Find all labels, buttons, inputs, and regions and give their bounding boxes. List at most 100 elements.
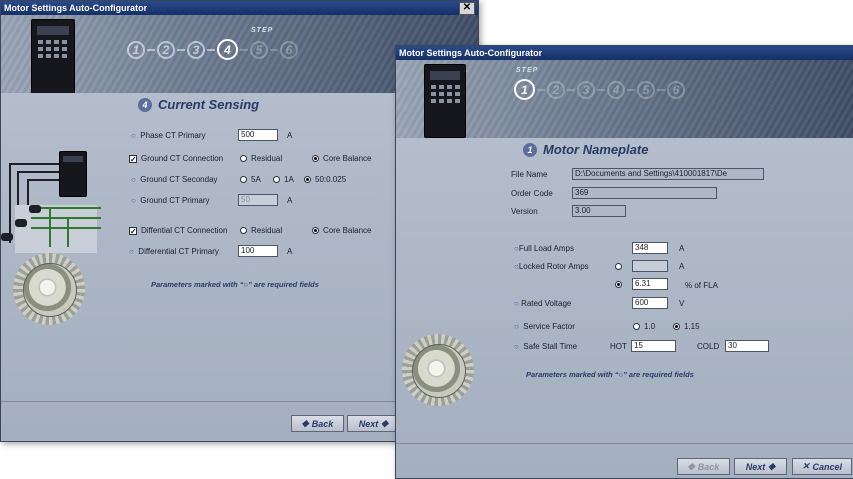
cancel-button[interactable]: ✕ Cancel	[792, 458, 852, 475]
required-fields-note: Parameters marked with “○” are required …	[526, 370, 694, 379]
step-indicator: 1 2 3 4 5 6	[514, 79, 685, 100]
locked-rotor-amps-a-input[interactable]	[632, 260, 668, 272]
back-button[interactable]: ◆ Back	[677, 458, 730, 475]
ground-ct-primary-input[interactable]: 50	[238, 194, 278, 206]
next-arrow-icon: ◆	[381, 418, 389, 428]
diff-ct-core-balance-radio[interactable]: Core Balance	[312, 226, 371, 235]
cancel-x-icon: ✕	[801, 461, 810, 471]
step-label: STEP	[251, 27, 274, 34]
step-3: 3	[187, 40, 205, 59]
back-window-title: Motor Settings Auto-Configurator	[4, 3, 148, 13]
step-indicator: 1 2 3 4 5 6	[127, 39, 298, 60]
diff-ct-connection-checkbox[interactable]: ✓ Diffential CT Connection	[129, 226, 227, 235]
service-factor-1-0-radio[interactable]: 1.0	[633, 322, 655, 331]
cold-label: COLD	[697, 342, 720, 351]
phase-ct-primary-unit: A	[287, 131, 293, 140]
section-number-badge: 1	[523, 142, 537, 157]
section-title: 4 Current Sensing	[138, 97, 259, 112]
safe-stall-hot-input[interactable]: 15	[631, 340, 676, 352]
order-code-field[interactable]: 369	[572, 187, 717, 199]
relay-device-icon	[31, 19, 75, 95]
required-marker-icon: ○	[129, 247, 134, 256]
step-1: 1	[127, 40, 145, 59]
full-load-amps-unit: A	[679, 244, 685, 253]
ground-ct-core-balance-radio[interactable]: Core Balance	[312, 154, 371, 163]
section-title: 1 Motor Nameplate	[523, 142, 648, 157]
ground-ct-secondary-1a-radio[interactable]: 1A	[273, 175, 294, 184]
step-6: 6	[280, 40, 298, 59]
diff-ct-residual-radio[interactable]: Residual	[240, 226, 282, 235]
locked-rotor-amps-pct-unit: % of FLA	[685, 281, 718, 290]
ground-ct-primary-unit: A	[287, 196, 293, 205]
diff-ct-primary-input[interactable]: 100	[238, 245, 278, 257]
rated-voltage-label: ○ Rated Voltage	[514, 299, 572, 308]
service-factor-label: ○ Service Factor	[514, 322, 575, 331]
required-marker-icon: ○	[514, 342, 519, 351]
locked-rotor-amps-label: ○Locked Rotor Amps	[514, 262, 589, 271]
required-marker-icon: ○	[131, 131, 136, 140]
required-marker-icon: ○	[514, 322, 519, 331]
service-factor-1-15-radio[interactable]: 1.15	[673, 322, 700, 331]
wiring-diagram	[15, 205, 97, 253]
step-4: 4	[607, 80, 625, 99]
relay-device-icon	[424, 64, 466, 138]
ground-ct-connection-checkbox[interactable]: ✓ Ground CT Connection	[129, 154, 223, 163]
ground-ct-residual-radio[interactable]: Residual	[240, 154, 282, 163]
front-window: Motor Settings Auto-Configurator STEP 1 …	[395, 45, 853, 479]
safe-stall-cold-input[interactable]: 30	[725, 340, 769, 352]
step-5: 5	[250, 40, 268, 59]
phase-ct-primary-input[interactable]: 500	[238, 129, 278, 141]
rated-voltage-input[interactable]: 600	[632, 297, 668, 309]
hot-label: HOT	[610, 342, 627, 351]
next-button[interactable]: Next ◆	[734, 458, 787, 475]
step-label: STEP	[516, 67, 539, 74]
step-3: 3	[577, 80, 595, 99]
required-marker-icon: ○	[514, 299, 519, 308]
diff-ct-primary-label: ○ Differential CT Primary	[129, 247, 219, 256]
step-5: 5	[637, 80, 655, 99]
full-load-amps-label: ○Full Load Amps	[514, 244, 574, 253]
front-window-titlebar: Motor Settings Auto-Configurator	[396, 46, 853, 60]
ground-ct-primary-label: ○ Ground CT Primary	[131, 196, 210, 205]
locked-rotor-amps-pct-radio[interactable]	[615, 280, 626, 289]
file-name-field[interactable]: D:\Documents and Settings\410001817\De	[572, 168, 764, 180]
step-2: 2	[547, 80, 565, 99]
close-icon[interactable]: ✕	[459, 2, 475, 15]
ground-ct-secondary-5a-radio[interactable]: 5A	[240, 175, 261, 184]
ground-ct-secondary-50-radio[interactable]: 50:0.025	[304, 175, 346, 184]
full-load-amps-input[interactable]: 348	[632, 242, 668, 254]
locked-rotor-amps-pct-input[interactable]: 6.31	[632, 278, 668, 290]
phase-ct-primary-label: ○ Phase CT Primary	[131, 131, 206, 140]
divider	[396, 443, 853, 444]
back-arrow-icon: ◆	[687, 461, 695, 471]
required-fields-note: Parameters marked with “○” are required …	[151, 280, 319, 289]
section-title-text: Current Sensing	[158, 97, 260, 112]
front-window-title: Motor Settings Auto-Configurator	[399, 48, 543, 58]
back-arrow-icon: ◆	[301, 418, 309, 428]
section-number-badge: 4	[138, 97, 152, 112]
required-marker-icon: ○	[131, 196, 136, 205]
step-1-active: 1	[514, 79, 535, 100]
front-content: 1 Motor Nameplate File Name D:\Documents…	[396, 138, 853, 478]
section-title-text: Motor Nameplate	[543, 142, 649, 157]
version-label: Version	[511, 207, 538, 216]
step-4-active: 4	[217, 39, 238, 60]
version-field[interactable]: 3.00	[572, 205, 626, 217]
relay-device-icon	[59, 151, 87, 197]
file-name-label: File Name	[511, 170, 548, 179]
next-button[interactable]: Next ◆	[347, 415, 400, 432]
back-window-titlebar: Motor Settings Auto-Configurator ✕	[1, 1, 478, 15]
ground-ct-secondary-label: ○ Ground CT Seconday	[131, 175, 218, 184]
front-step-banner: STEP 1 2 3 4 5 6	[396, 60, 853, 138]
next-arrow-icon: ◆	[768, 461, 776, 471]
diff-ct-primary-unit: A	[287, 247, 293, 256]
required-marker-icon: ○	[131, 175, 136, 184]
safe-stall-time-label: ○ Safe Stall Time	[514, 342, 578, 351]
back-button[interactable]: ◆ Back	[291, 415, 344, 432]
order-code-label: Order Code	[511, 189, 553, 198]
step-6: 6	[667, 80, 685, 99]
locked-rotor-amps-a-radio[interactable]	[615, 262, 626, 271]
rated-voltage-unit: V	[679, 299, 685, 308]
locked-rotor-amps-a-unit: A	[679, 262, 685, 271]
step-2: 2	[157, 40, 175, 59]
